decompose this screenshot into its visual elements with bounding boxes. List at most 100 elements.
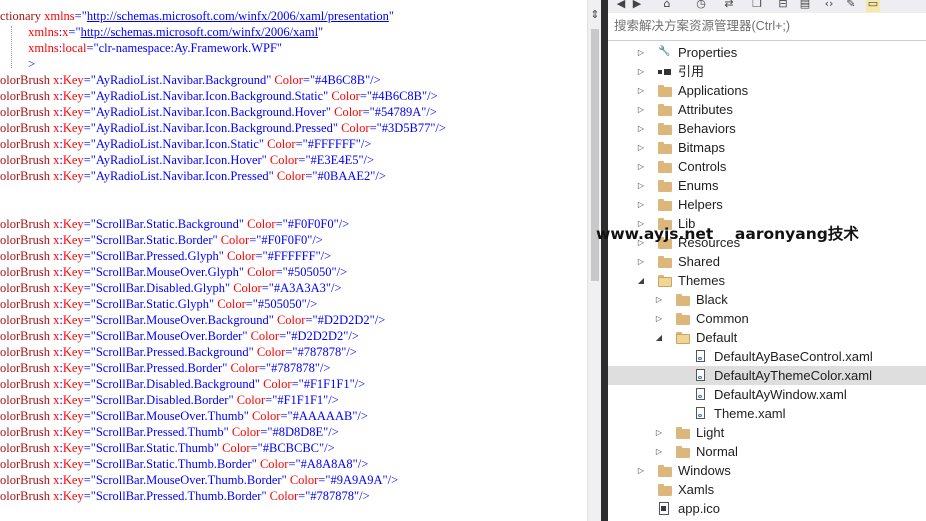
search-box[interactable] (608, 13, 926, 41)
folder-icon (658, 122, 672, 135)
collapsed-arrow-icon[interactable]: ▷ (636, 176, 646, 195)
collapsed-arrow-icon[interactable]: ▷ (654, 309, 664, 328)
collapsed-arrow-icon[interactable]: ▷ (654, 423, 664, 442)
tree-item[interactable]: DefaultAyBaseControl.xaml (608, 347, 926, 366)
editor-vertical-scrollbar[interactable]: ⇕ (587, 0, 602, 521)
collapsed-arrow-icon[interactable]: ▷ (636, 461, 646, 480)
collapsed-arrow-icon[interactable]: ▷ (636, 81, 646, 100)
search-input[interactable] (614, 18, 914, 34)
collapsed-arrow-icon[interactable]: ▷ (636, 43, 646, 62)
watermark-text: www.ayjs.net aaronyang技术 (596, 225, 859, 243)
code-token: ="clr-namespace:Ay.Framework.WPF" (86, 41, 283, 55)
view-code-icon[interactable]: ‹› (822, 0, 836, 12)
back-icon[interactable]: ◀ (614, 0, 628, 12)
expanded-arrow-icon[interactable]: ◢ (654, 328, 664, 347)
code-token: ="#A3A3A3"/> (261, 281, 342, 295)
tree-item[interactable]: ▷ Enums (608, 176, 926, 195)
code-token: ="#D2D2D2"/> (305, 313, 386, 327)
tree-item[interactable]: ▷ Black (608, 290, 926, 309)
code-line: xmlns:x="http://schemas.microsoft.com/wi… (0, 24, 323, 40)
tree-item[interactable]: DefaultAyWindow.xaml (608, 385, 926, 404)
tree-item[interactable]: ▷ Windows (608, 461, 926, 480)
tree-item[interactable]: DefaultAyThemeColor.xaml (608, 366, 926, 385)
tree-item[interactable]: Theme.xaml (608, 404, 926, 423)
collapsed-arrow-icon[interactable]: ▷ (636, 138, 646, 157)
code-token: ="AyRadioList.Navibar.Icon.Background.Ho… (83, 105, 335, 119)
history-icon[interactable]: ◷ (694, 0, 708, 12)
tree-item[interactable]: Xamls (608, 480, 926, 499)
show-all-files-icon[interactable]: ▤ (798, 0, 812, 12)
preview-icon[interactable]: ▭ (866, 0, 880, 12)
tree-item[interactable]: ▷ Light (608, 423, 926, 442)
code-token: =" (68, 25, 81, 39)
code-token: ="#3D5B77"/> (369, 121, 446, 135)
tree-item-label: Enums (678, 178, 719, 193)
code-token: Color (263, 377, 292, 391)
tree-item[interactable]: ◢ Default (608, 328, 926, 347)
tree-item-label: 引用 (678, 64, 705, 79)
folder-icon (676, 426, 690, 439)
code-token: ="#D2D2D2"/> (279, 329, 359, 343)
split-editor-icon[interactable]: ⇕ (590, 8, 600, 22)
code-token: Key (62, 281, 84, 295)
tree-item[interactable]: ▷ Controls (608, 157, 926, 176)
collapsed-arrow-icon[interactable]: ▷ (636, 157, 646, 176)
tree-item-label: Windows (678, 463, 731, 478)
tree-item-label: Light (696, 425, 725, 440)
code-editor[interactable]: ctionary xmlns="http://schemas.microsoft… (0, 0, 587, 521)
collapsed-arrow-icon[interactable]: ▷ (636, 252, 646, 271)
code-line: olorBrush x:Key="ScrollBar.Pressed.Thumb… (0, 488, 370, 504)
code-token: ="ScrollBar.Pressed.Thumb.Border" (83, 489, 270, 503)
collapsed-arrow-icon[interactable]: ▷ (654, 290, 664, 309)
code-token: Color (230, 361, 259, 375)
code-token: Color (276, 169, 306, 183)
properties-wrench-icon[interactable]: ✎ (844, 0, 858, 12)
code-token: Key (62, 473, 84, 487)
code-token: olorBrush (0, 217, 54, 231)
tree-item[interactable]: ▷ Bitmaps (608, 138, 926, 157)
code-line: olorBrush x:Key="ScrollBar.MouseOver.Bac… (0, 312, 385, 328)
collapsed-arrow-icon[interactable]: ▷ (654, 442, 664, 461)
panel-splitter[interactable] (601, 0, 608, 521)
code-token: ="AyRadioList.Navibar.Icon.Hover" (83, 153, 270, 167)
code-token: olorBrush (0, 297, 54, 311)
tree-item[interactable]: ▷ Applications (608, 81, 926, 100)
copy-icon[interactable]: ❐ (750, 0, 764, 12)
tree-item-label: Default (696, 330, 738, 345)
tree-item[interactable]: ▷ Attributes (608, 100, 926, 119)
code-token: Key (62, 393, 84, 407)
code-token: ="#787878"/> (298, 489, 370, 503)
code-line: olorBrush x:Key="ScrollBar.Static.Glyph"… (0, 296, 317, 312)
tree-item[interactable]: app.ico (608, 499, 926, 518)
tree-item[interactable]: ▷ Behaviors (608, 119, 926, 138)
tree-item[interactable]: ▷ Shared (608, 252, 926, 271)
code-token: ="#F0F0F0"/> (275, 217, 350, 231)
code-token: Key (62, 89, 84, 103)
tree-item[interactable]: ▷ 引用 (608, 62, 926, 81)
collapsed-arrow-icon[interactable]: ▷ (636, 62, 646, 81)
tree-item[interactable]: ▷ 🔧 Properties (608, 43, 926, 62)
code-token: ="ScrollBar.Disabled.Background" (83, 377, 264, 391)
expanded-arrow-icon[interactable]: ◢ (636, 271, 646, 290)
code-token: olorBrush (0, 137, 54, 151)
collapsed-arrow-icon[interactable]: ▷ (636, 100, 646, 119)
code-token: Color (341, 121, 370, 135)
code-token[interactable]: http://schemas.microsoft.com/winfx/2006/… (81, 25, 318, 39)
tree-item-label: DefaultAyWindow.xaml (714, 387, 847, 402)
folder-icon (658, 255, 672, 268)
tree-item[interactable]: ▷ Common (608, 309, 926, 328)
collapse-all-icon[interactable]: ⊟ (776, 0, 790, 12)
code-token[interactable]: http://schemas.microsoft.com/winfx/2006/… (87, 9, 389, 23)
collapsed-arrow-icon[interactable]: ▷ (636, 119, 646, 138)
collapsed-arrow-icon[interactable]: ▷ (636, 195, 646, 214)
tree-item[interactable]: ◢ Themes (608, 271, 926, 290)
forward-icon[interactable]: ▶ (630, 0, 644, 12)
tree-item[interactable]: ▷ Normal (608, 442, 926, 461)
code-line: olorBrush x:Key="AyRadioList.Navibar.Ico… (0, 136, 371, 152)
folder-icon (658, 103, 672, 116)
tree-item[interactable]: ▷ Helpers (608, 195, 926, 214)
home-icon[interactable]: ⌂ (660, 0, 674, 12)
sync-icon[interactable]: ⇄ (722, 0, 736, 12)
code-token: olorBrush (0, 121, 54, 135)
